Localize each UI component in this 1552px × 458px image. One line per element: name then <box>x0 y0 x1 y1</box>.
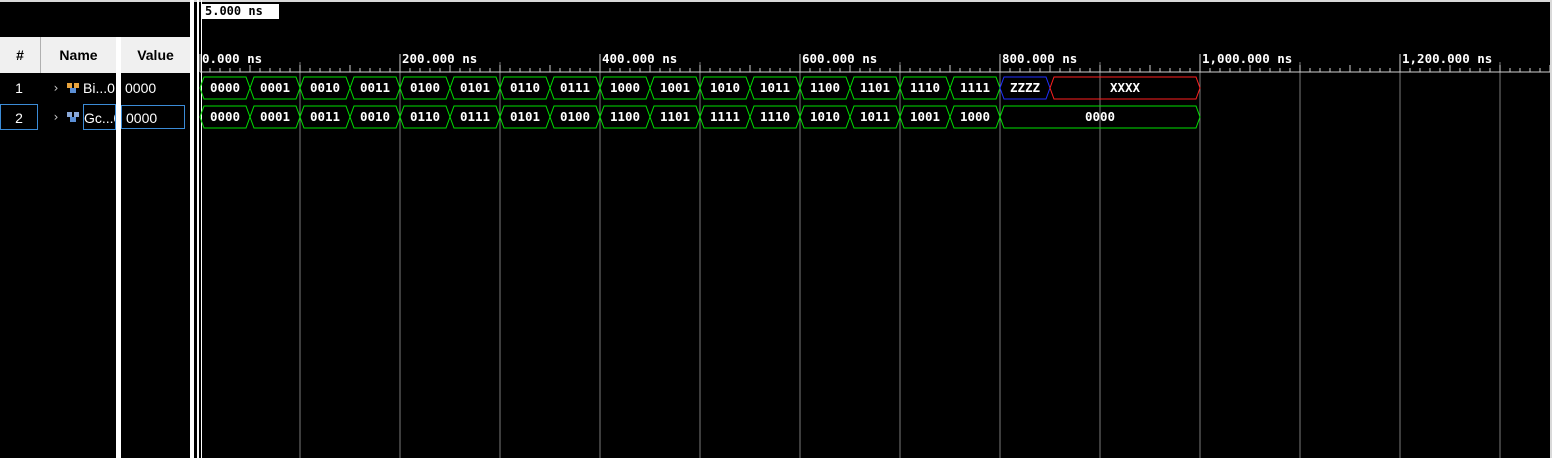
bus-value-label: 1100 <box>810 80 840 95</box>
timeline-label: 800.000 ns <box>1002 51 1077 66</box>
bus-value-label: 0010 <box>360 109 390 124</box>
bus-value-label: 0100 <box>560 109 590 124</box>
bus-value-label: 0111 <box>560 80 590 95</box>
bus-value-label: 0001 <box>260 80 290 95</box>
bus-value-label: 0101 <box>460 80 490 95</box>
bus-value-label: 0011 <box>310 109 340 124</box>
timeline-label: 600.000 ns <box>802 51 877 66</box>
bus-value-label: 1000 <box>610 80 640 95</box>
bus-value-label: 1011 <box>760 80 790 95</box>
bus-value-label: 0101 <box>510 109 540 124</box>
bus-value-label: 1010 <box>710 80 740 95</box>
bus-value-label: 1111 <box>710 109 740 124</box>
timeline-label: 0.000 ns <box>202 51 262 66</box>
bus-value-label: 1001 <box>910 109 940 124</box>
bus-value-label: 0100 <box>410 80 440 95</box>
bus-value-label: 0000 <box>210 80 240 95</box>
cursor-time-label: 5.000 ns <box>205 4 263 18</box>
bus-value-label: 1101 <box>660 109 690 124</box>
waveform-canvas[interactable]: 0.000 ns 200.000 ns 400.000 ns 600.000 ns 80… <box>0 0 1552 458</box>
bus-value-label: 1011 <box>860 109 890 124</box>
bus-value-label: 1100 <box>610 109 640 124</box>
bus-value-label: 1101 <box>860 80 890 95</box>
bus-value-label: 0000 <box>1085 109 1115 124</box>
bus-value-label: 0001 <box>260 109 290 124</box>
waveform-window: # Name Value 1 › Bi...0 0000 2 › Gc... 0 … <box>0 0 1552 458</box>
bus-value-label: 0011 <box>360 80 390 95</box>
bus-value-label: 1111 <box>960 80 990 95</box>
bus-value-label: 1110 <box>910 80 940 95</box>
bus-value-label: 0110 <box>510 80 540 95</box>
bus-value-label: XXXX <box>1110 80 1141 95</box>
bus-value-label: 1001 <box>660 80 690 95</box>
bus-value-label: 0000 <box>210 109 240 124</box>
bus-value-label: ZZZZ <box>1010 80 1041 95</box>
timeline-label: 400.000 ns <box>602 51 677 66</box>
bus-value-label: 0111 <box>460 109 490 124</box>
bus-value-label: 1110 <box>760 109 790 124</box>
bus-value-label: 1000 <box>960 109 990 124</box>
bus-value-label: 0010 <box>310 80 340 95</box>
timeline-label: 200.000 ns <box>402 51 477 66</box>
bus-value-label: 0110 <box>410 109 440 124</box>
timeline-label: 1,000.000 ns <box>1202 51 1292 66</box>
bus-value-label: 1010 <box>810 109 840 124</box>
timeline-label: 1,200.000 ns <box>1402 51 1492 66</box>
